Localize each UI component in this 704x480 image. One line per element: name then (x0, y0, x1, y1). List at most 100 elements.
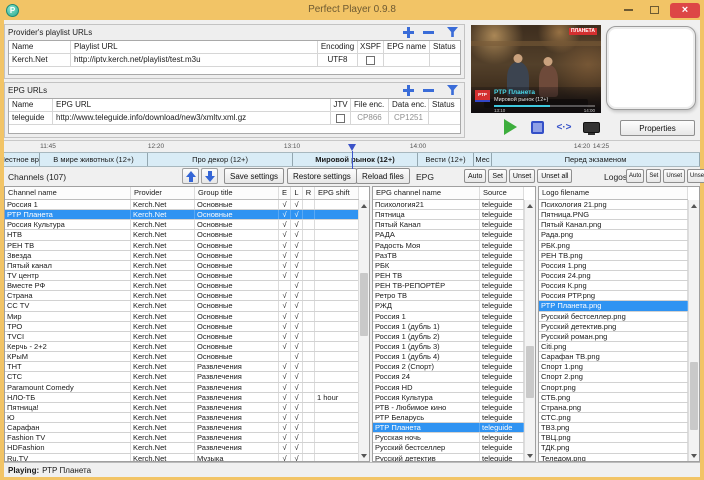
channel-row[interactable]: СТС Kerch.Net Развлечения √ √ (5, 372, 359, 383)
save-settings-button[interactable]: Save settings (224, 168, 285, 184)
col-r[interactable]: R (303, 187, 315, 199)
channel-row[interactable]: Ю Kerch.Net Развлечения √ √ (5, 412, 359, 424)
epg-row[interactable]: Ретро ТВ teleguide (373, 291, 524, 302)
logos-set-button[interactable]: Set (646, 169, 662, 183)
epg-row[interactable]: РАДА teleguide (373, 230, 524, 241)
jtv-checkbox[interactable] (336, 113, 345, 123)
logo-row[interactable]: Русский роман.png (539, 331, 688, 342)
epg-row[interactable]: Россия 1 teleguide (373, 311, 524, 322)
epg-row[interactable]: Россия 1 (дубль 4) teleguide (373, 352, 524, 363)
logo-row[interactable]: Спорт.png (539, 382, 688, 393)
epg-program-segment[interactable]: Перед экзаменом (492, 153, 700, 166)
channel-row[interactable]: Fashion TV Kerch.Net Развлечения √ √ (5, 433, 359, 444)
logo-row[interactable]: Citi.png (539, 341, 688, 353)
epg-row[interactable]: Россия 1 (дубль 3) teleguide (373, 341, 524, 353)
epg-filter-button[interactable] (444, 84, 461, 97)
channel-row[interactable]: Звезда Kerch.Net Основные √ √ (5, 250, 359, 261)
logo-row[interactable]: Сарафан ТВ.png (539, 352, 688, 363)
epg-unset-button[interactable]: Unset (508, 169, 536, 183)
play-button[interactable] (500, 118, 520, 136)
logo-row[interactable]: Спорт 2.png (539, 372, 688, 383)
epg-row[interactable]: РЕН ТВ teleguide (373, 270, 524, 282)
channel-row[interactable]: Ru.TV Kerch.Net Музыка √ √ (5, 453, 359, 461)
logo-row[interactable]: Рада.png (539, 230, 688, 241)
epg-program-segment[interactable]: Честное вре (4, 153, 40, 166)
logo-row[interactable]: ТВЦ.png (539, 433, 688, 444)
col-status[interactable]: Status (430, 41, 460, 54)
logo-row[interactable]: Русский детектив.png (539, 321, 688, 332)
playlist-add-button[interactable] (400, 26, 417, 39)
properties-button[interactable]: Properties (620, 120, 695, 136)
epg-row[interactable]: Россия 1 (дубль 2) teleguide (373, 331, 524, 342)
channel-row[interactable]: РТР Планета Kerch.Net Основные √ √ (5, 210, 359, 221)
scroll-thumb[interactable] (526, 346, 534, 399)
logo-row[interactable]: Пятый Канал.png (539, 220, 688, 231)
epg-row[interactable]: Россия HD teleguide (373, 382, 524, 393)
col-encoding[interactable]: Encoding (318, 41, 358, 54)
minimize-button[interactable] (618, 3, 638, 18)
col-xspf[interactable]: XSPF (358, 41, 384, 54)
logo-row[interactable]: Спорт 1.png (539, 362, 688, 373)
epg-program-segment[interactable]: Мес (474, 153, 492, 166)
epg-row[interactable]: Пятница teleguide (373, 210, 524, 221)
col-data-enc[interactable]: Data enc. (389, 99, 429, 112)
col-source[interactable]: Source (480, 187, 524, 199)
logos-unset-all-button[interactable]: Unset all (687, 169, 704, 183)
epg-url-row[interactable]: teleguide http://www.teleguide.info/down… (9, 112, 460, 125)
channel-row[interactable]: TVCI Kerch.Net Основные √ √ (5, 331, 359, 342)
xspf-checkbox[interactable] (366, 55, 375, 65)
epg-row[interactable]: Россия 24 teleguide (373, 372, 524, 383)
logo-row[interactable]: ТДК.png (539, 443, 688, 454)
logo-row[interactable]: ТВ3.png (539, 423, 688, 434)
logo-row[interactable]: РБК.png (539, 240, 688, 251)
col-epg-shift[interactable]: EPG shift (315, 187, 359, 199)
channel-row[interactable]: Россия 1 Kerch.Net Основные √ √ (5, 200, 359, 211)
logo-row[interactable]: РЕН ТВ.png (539, 250, 688, 261)
move-down-button[interactable] (201, 168, 218, 184)
reload-files-button[interactable]: Reload files (356, 168, 410, 184)
maximize-button[interactable] (644, 3, 664, 18)
channel-row[interactable]: РЕН ТВ Kerch.Net Основные √ √ (5, 240, 359, 251)
scroll-down-icon[interactable] (525, 450, 535, 461)
epg-row[interactable]: Русская ночь teleguide (373, 433, 524, 444)
epg-row[interactable]: РТР Беларусь teleguide (373, 412, 524, 424)
col-status[interactable]: Status (429, 99, 460, 112)
col-epg-channel-name[interactable]: EPG channel name (373, 187, 480, 199)
logo-row[interactable]: Психология 21.png (539, 200, 688, 211)
epg-program-segment[interactable]: В мире животных (12+) (40, 153, 148, 166)
scroll-up-icon[interactable] (689, 200, 699, 211)
scroll-thumb[interactable] (360, 273, 368, 336)
epg-row[interactable]: Психология21 teleguide (373, 200, 524, 211)
channel-row[interactable]: НТВ Kerch.Net Основные √ √ (5, 230, 359, 241)
logo-row[interactable]: Россия РТР.png (539, 291, 688, 302)
move-up-button[interactable] (182, 168, 199, 184)
logo-row[interactable]: Теледом.png (539, 453, 688, 461)
epg-add-button[interactable] (400, 84, 417, 97)
channel-row[interactable]: Paramount Comedy Kerch.Net Развлечения √ √ (5, 382, 359, 393)
logo-row[interactable]: СТС.png (539, 412, 688, 424)
col-file-enc[interactable]: File enc. (351, 99, 389, 112)
epg-row[interactable]: Русский детектив teleguide (373, 453, 524, 461)
screenshot-button[interactable] (581, 118, 601, 136)
scroll-thumb[interactable] (690, 361, 698, 430)
logos-scrollbar[interactable] (688, 200, 699, 461)
col-provider[interactable]: Provider (131, 187, 195, 199)
epg-set-button[interactable]: Set (488, 169, 507, 183)
col-playlist-url[interactable]: Playlist URL (71, 41, 318, 54)
col-name[interactable]: Name (9, 41, 71, 54)
epg-row[interactable]: Россия Культура teleguide (373, 392, 524, 403)
channel-row[interactable]: НЛО-ТБ Kerch.Net Развлечения √ √ 1 hour (5, 392, 359, 403)
scroll-down-icon[interactable] (689, 450, 699, 461)
epg-remove-button[interactable] (420, 84, 437, 97)
playlist-filter-button[interactable] (444, 26, 461, 39)
col-epg-url[interactable]: EPG URL (53, 99, 331, 112)
channel-row[interactable]: CC TV Kerch.Net Основные √ √ (5, 301, 359, 312)
epg-row[interactable]: РТР Планета teleguide (373, 423, 524, 434)
channel-row[interactable]: HDFashion Kerch.Net Развлечения √ √ (5, 443, 359, 454)
channel-row[interactable]: КРыМ Kerch.Net Основные √ (5, 352, 359, 363)
col-logo-filename[interactable]: Logo filename (539, 187, 688, 199)
channel-row[interactable]: Мир Kerch.Net Основные √ √ (5, 311, 359, 322)
epg-unset-all-button[interactable]: Unset all (537, 169, 573, 183)
epg-row[interactable]: Россия 1 (дубль 1) teleguide (373, 321, 524, 332)
channel-row[interactable]: Страна Kerch.Net Основные √ √ (5, 291, 359, 302)
